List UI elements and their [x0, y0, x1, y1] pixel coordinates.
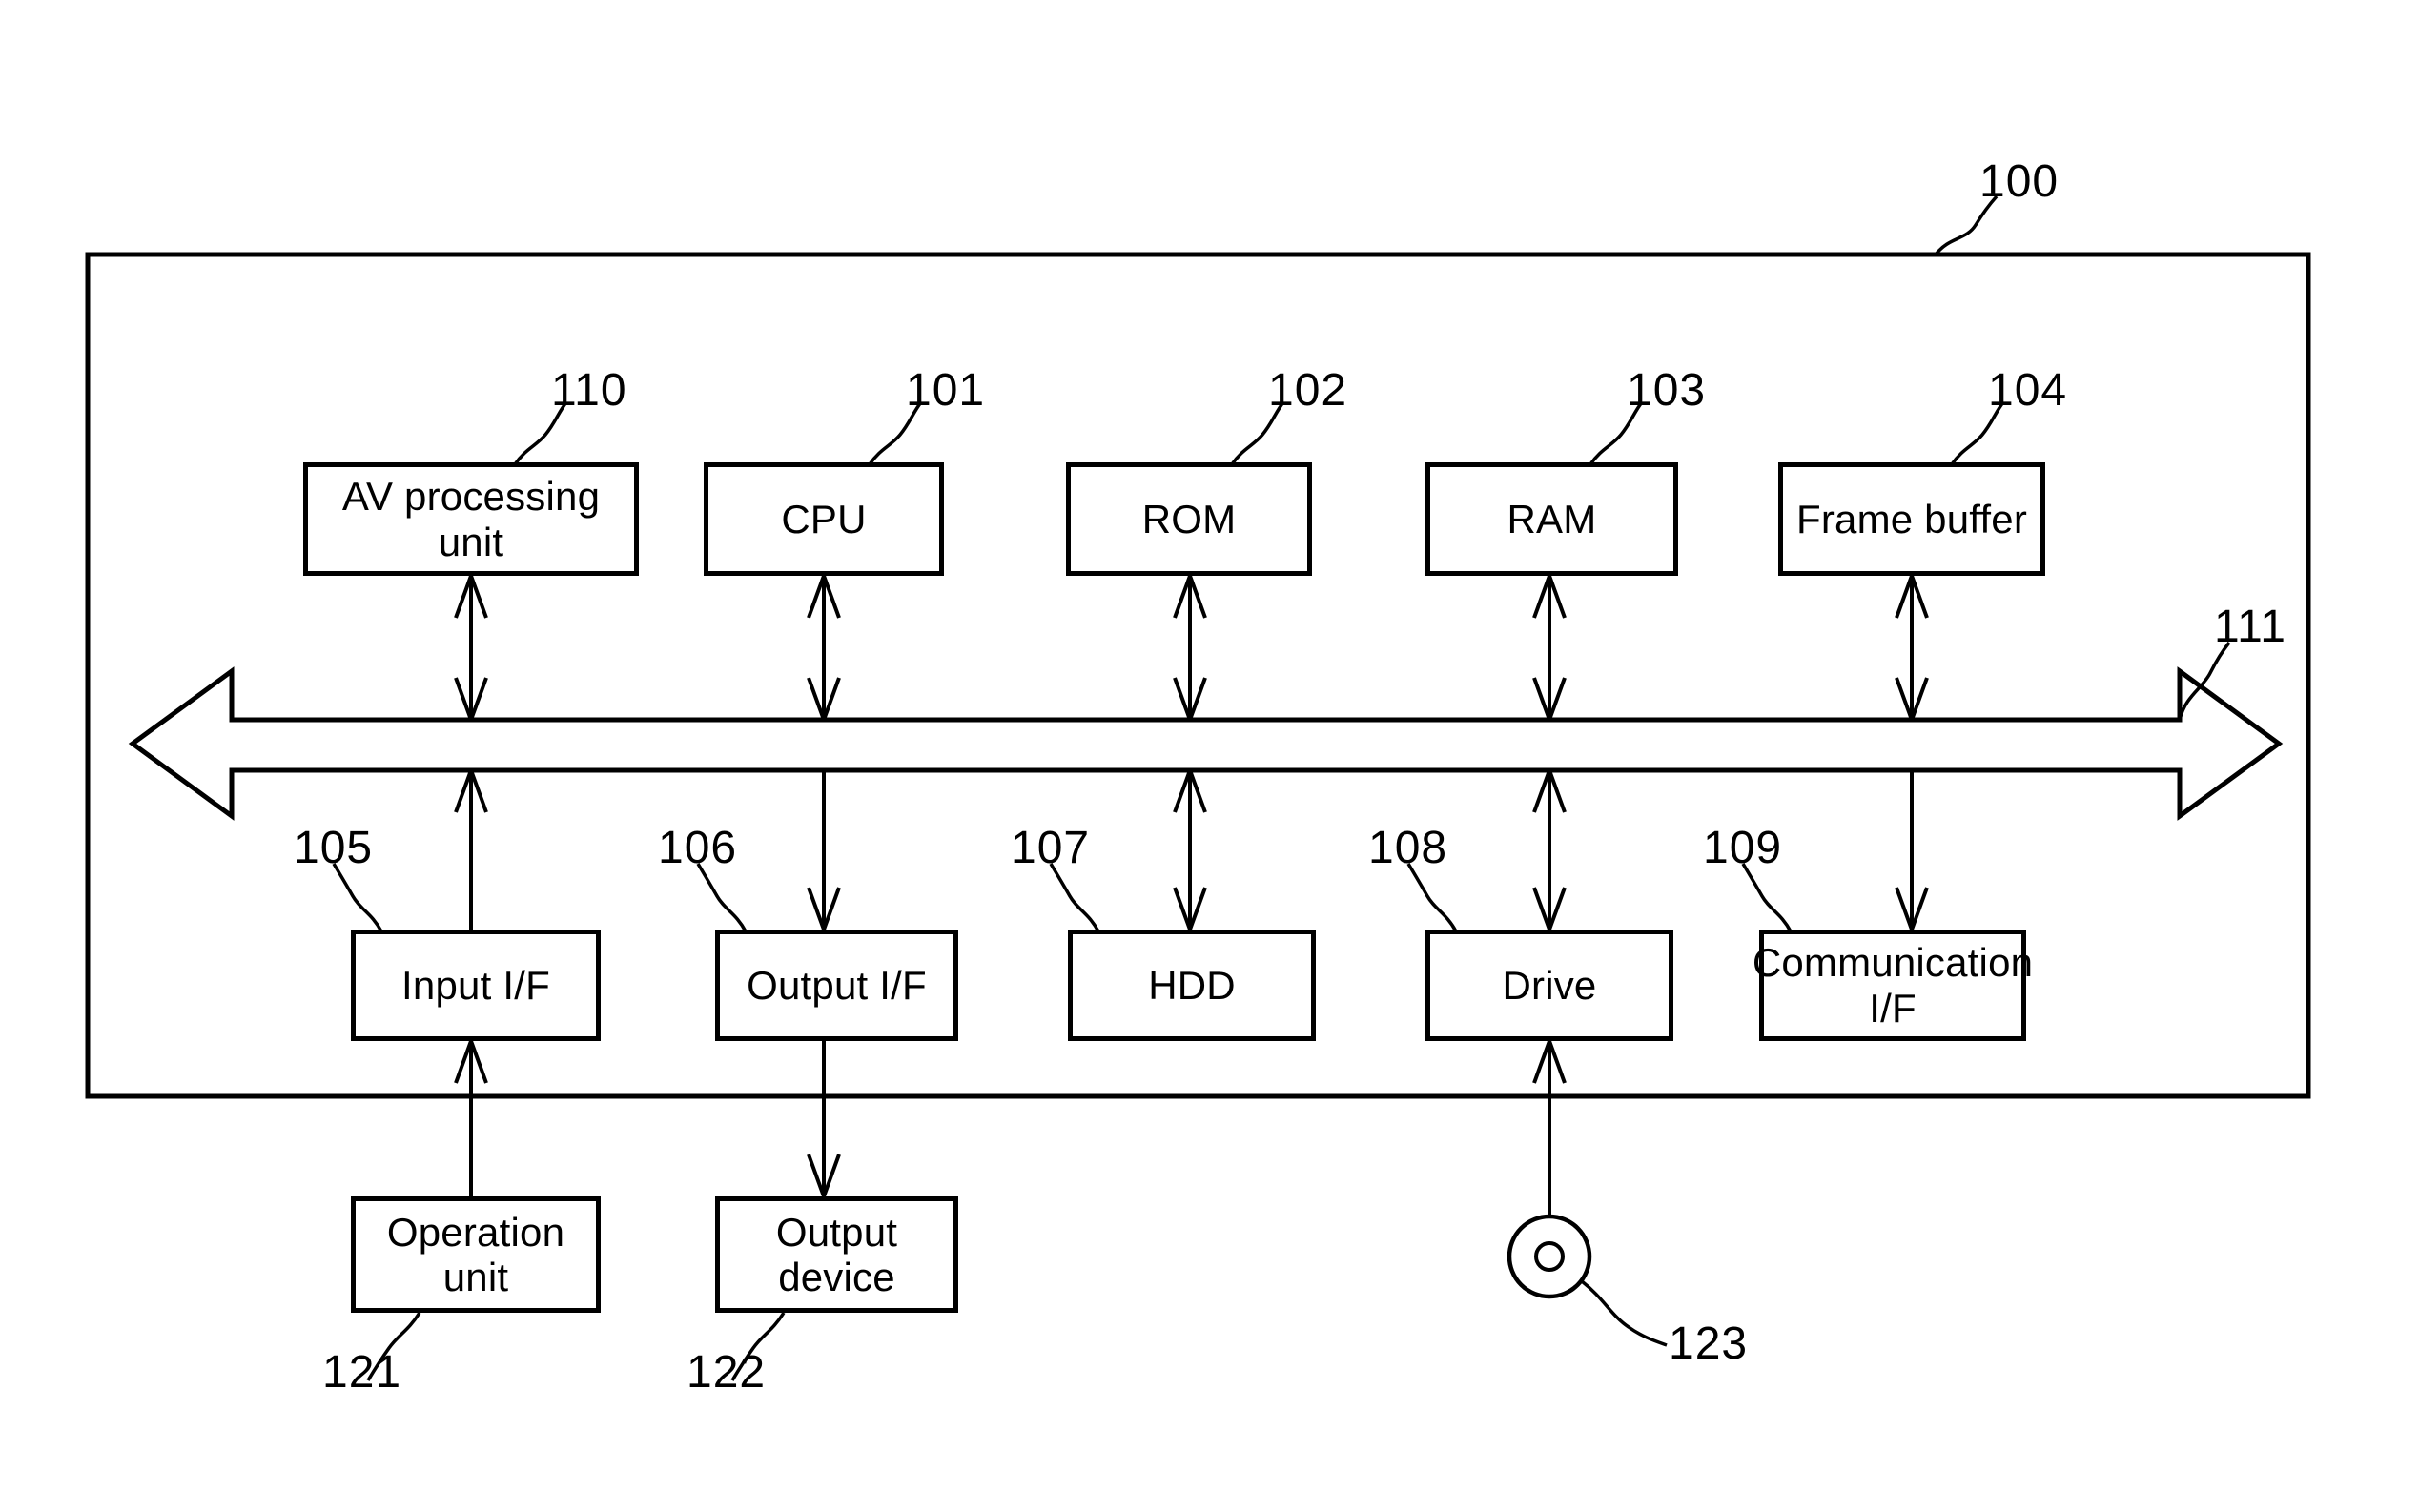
block-label-input-if: Input I/F: [401, 962, 550, 1008]
removable-disc-icon: [1507, 1214, 1592, 1299]
connector-cpu-bus: [807, 575, 841, 721]
ref-number-110: 110: [551, 365, 627, 416]
block-label-output-if: Output I/F: [747, 962, 927, 1008]
block-label-cpu: CPU: [781, 496, 867, 541]
block-drive[interactable]: Drive: [1425, 930, 1673, 1041]
ref-number-108: 108: [1368, 823, 1448, 873]
connector-bus-hdd: [1173, 769, 1207, 930]
ref-number-105: 105: [294, 823, 374, 873]
ref-number-104: 104: [1988, 365, 2068, 416]
connector-operation-unit-input-if: [454, 1040, 488, 1196]
ref-number-102: 102: [1268, 365, 1348, 416]
connector-output-if-output-device: [807, 1041, 841, 1197]
ref-number-101: 101: [906, 365, 986, 416]
connector-bus-input-if: [454, 769, 488, 930]
block-label-av-processing-unit-line2: unit: [438, 519, 504, 564]
ref-number-100: 100: [1979, 156, 2060, 207]
block-label-ram: RAM: [1507, 496, 1597, 541]
block-communication-if[interactable]: Communication I/F: [1753, 930, 2033, 1041]
block-operation-unit[interactable]: Operation unit: [351, 1196, 601, 1313]
block-label-communication-if-line1: Communication: [1752, 940, 2034, 986]
block-hdd[interactable]: HDD: [1068, 930, 1316, 1041]
block-label-drive: Drive: [1502, 962, 1597, 1008]
block-label-frame-buffer: Frame buffer: [1795, 496, 2028, 541]
leader-line-123: [1580, 1279, 1668, 1347]
ref-number-109: 109: [1703, 823, 1783, 873]
ref-number-122: 122: [687, 1347, 767, 1398]
block-label-output-device-line2: device: [778, 1255, 895, 1299]
bus-arrow-shape: [128, 666, 2284, 821]
ref-number-103: 103: [1627, 365, 1707, 416]
block-label-av-processing-unit-line1: AV processing: [341, 474, 601, 520]
connector-bus-drive: [1532, 769, 1567, 930]
connector-frame-buffer-bus: [1895, 575, 1929, 721]
connector-av-processing-unit-bus: [454, 575, 488, 721]
connector-bus-communication-if: [1895, 770, 1929, 930]
block-label-operation-unit-line1: Operation: [386, 1209, 565, 1255]
ref-number-121: 121: [322, 1347, 402, 1398]
connector-disc-drive: [1532, 1040, 1567, 1216]
block-rom[interactable]: ROM: [1066, 462, 1312, 576]
block-label-output-device-line1: Output: [775, 1209, 898, 1255]
connector-rom-bus: [1173, 575, 1207, 721]
block-label-rom: ROM: [1141, 496, 1237, 541]
block-output-if[interactable]: Output I/F: [715, 930, 958, 1041]
block-output-device[interactable]: Output device: [715, 1196, 958, 1313]
ref-number-111: 111: [2214, 602, 2286, 652]
ref-number-107: 107: [1011, 823, 1091, 873]
block-label-operation-unit-line2: unit: [442, 1255, 509, 1299]
ref-number-106: 106: [658, 823, 738, 873]
block-cpu[interactable]: CPU: [704, 462, 944, 576]
figure-canvas: AV processing unit CPU ROM RAM Frame buff…: [0, 0, 2419, 1512]
block-input-if[interactable]: Input I/F: [351, 930, 601, 1041]
connector-bus-output-if: [807, 770, 841, 930]
block-label-hdd: HDD: [1148, 962, 1236, 1008]
block-av-processing-unit[interactable]: AV processing unit: [303, 462, 639, 576]
block-label-communication-if-line2: I/F: [1869, 985, 1917, 1031]
ref-number-123: 123: [1669, 1318, 1749, 1369]
connector-ram-bus: [1532, 575, 1567, 721]
block-frame-buffer[interactable]: Frame buffer: [1778, 462, 2045, 576]
block-ram[interactable]: RAM: [1425, 462, 1678, 576]
